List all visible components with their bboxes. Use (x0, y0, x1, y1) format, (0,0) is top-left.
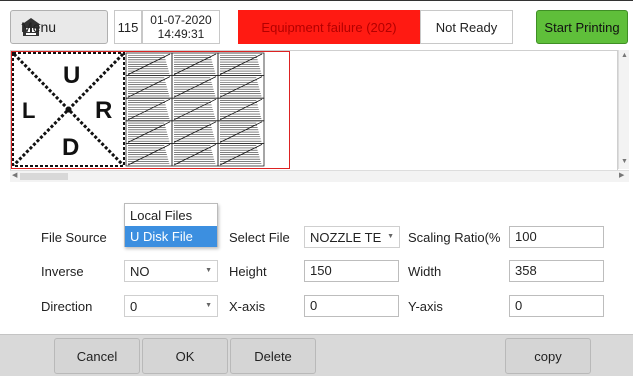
delete-button[interactable]: Delete (230, 338, 316, 374)
letter-right: R (95, 97, 112, 124)
y-axis-label: Y-axis (408, 299, 443, 314)
option-local-files[interactable]: Local Files (125, 205, 217, 226)
menu-button[interactable]: Menu (10, 10, 108, 44)
x-axis-input[interactable]: 0 (304, 295, 399, 317)
datetime-display: 01-07-2020 14:49:31 (142, 10, 220, 44)
direction-label: Direction (41, 299, 93, 314)
ok-button[interactable]: OK (142, 338, 228, 374)
start-printing-button[interactable]: Start Printing (536, 10, 628, 44)
file-source-label: File Source (41, 230, 107, 245)
direction-value: 0 (130, 299, 138, 314)
letter-down: D (62, 134, 79, 161)
vertical-scrollbar[interactable]: ▲ ▼ (618, 50, 629, 169)
file-source-dropdown-list[interactable]: Local Files U Disk File (124, 203, 218, 247)
y-axis-input[interactable]: 0 (509, 295, 604, 317)
select-file-dropdown[interactable]: NOZZLE TE ▼ (304, 226, 400, 248)
letter-left: L (22, 98, 35, 123)
header-bar: Menu 115 01-07-2020 14:49:31 Equipment f… (0, 6, 633, 46)
status-indicator: Not Ready (420, 10, 513, 44)
inverse-value: NO (130, 264, 150, 279)
scroll-left-icon[interactable]: ◀ (12, 171, 17, 179)
scroll-right-icon[interactable]: ▶ (619, 171, 624, 179)
inverse-dropdown[interactable]: NO ▼ (124, 260, 218, 282)
chevron-down-icon: ▼ (387, 233, 394, 240)
scroll-up-icon[interactable]: ▲ (621, 52, 628, 59)
select-file-label: Select File (229, 230, 290, 245)
bottom-toolbar: Cancel OK Delete copy (0, 334, 633, 376)
horizontal-scrollbar[interactable]: ◀ ▶ (10, 170, 629, 182)
letter-up: U (63, 62, 80, 89)
scaling-ratio-input[interactable]: 100 (509, 226, 604, 248)
scaling-ratio-label: Scaling Ratio(% (408, 230, 501, 245)
copy-button[interactable]: copy (505, 338, 591, 374)
top-border (0, 0, 633, 4)
alarm-banner[interactable]: Equipment failure (202) (238, 10, 420, 44)
date-text: 01-07-2020 (150, 13, 212, 27)
preview-artwork: U L R D (11, 51, 290, 169)
chevron-down-icon: ▼ (205, 267, 212, 274)
direction-dropdown[interactable]: 0 ▼ (124, 295, 218, 317)
cancel-button[interactable]: Cancel (54, 338, 140, 374)
time-text: 14:49:31 (157, 27, 205, 41)
inverse-label: Inverse (41, 264, 84, 279)
width-input[interactable]: 358 (509, 260, 604, 282)
horizontal-scroll-thumb[interactable] (20, 173, 68, 180)
option-u-disk-file[interactable]: U Disk File (125, 226, 217, 247)
height-input[interactable]: 150 (304, 260, 399, 282)
scroll-down-icon[interactable]: ▼ (621, 158, 628, 165)
x-axis-label: X-axis (229, 299, 266, 314)
chevron-down-icon: ▼ (205, 302, 212, 309)
select-file-value: NOZZLE TE (310, 230, 382, 245)
counter-display: 115 (114, 10, 142, 44)
height-label: Height (229, 264, 267, 279)
menu-label: Menu (21, 19, 57, 35)
width-label: Width (408, 264, 442, 279)
